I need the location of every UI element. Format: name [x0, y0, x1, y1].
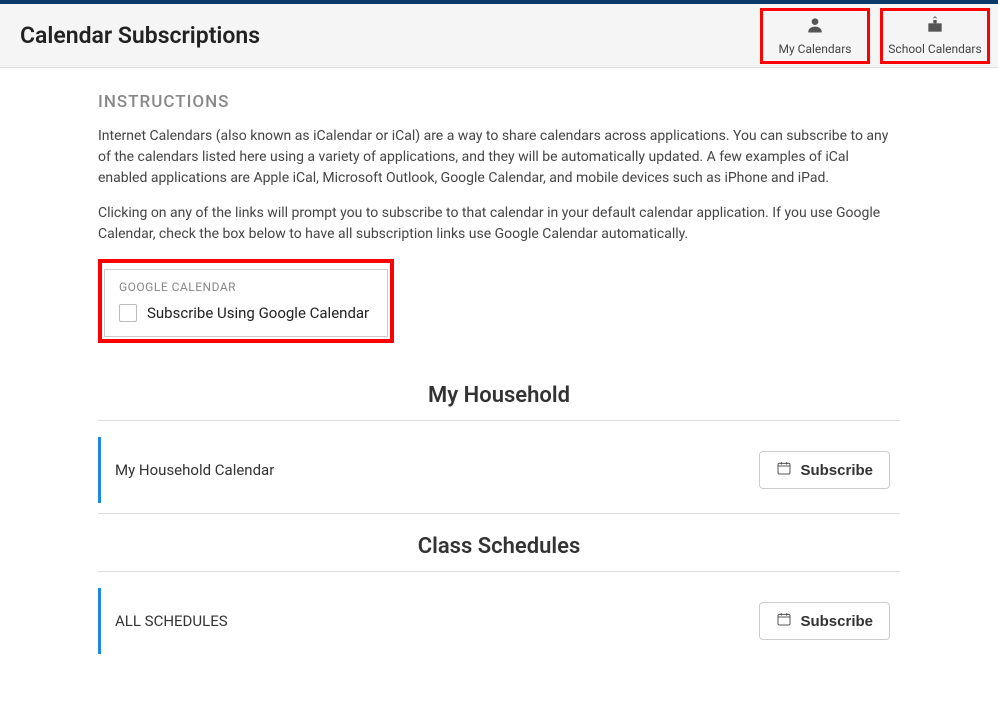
calendar-name: ALL SCHEDULES	[115, 612, 228, 630]
person-icon	[805, 15, 825, 38]
page-header: Calendar Subscriptions My Calendars Scho…	[0, 4, 998, 68]
google-calendar-box: GOOGLE CALENDAR Subscribe Using Google C…	[104, 269, 388, 337]
google-subscribe-checkbox-label: Subscribe Using Google Calendar	[147, 304, 369, 322]
instructions-heading: INSTRUCTIONS	[98, 92, 900, 112]
section-title-household: My Household	[98, 383, 900, 408]
page-title: Calendar Subscriptions	[20, 22, 260, 49]
calendar-icon	[776, 460, 792, 480]
subscribe-button[interactable]: Subscribe	[759, 602, 890, 640]
calendar-icon	[776, 611, 792, 631]
divider	[98, 571, 900, 572]
calendar-row-all-schedules: ALL SCHEDULES Subscribe	[98, 588, 900, 654]
google-subscribe-checkbox[interactable]	[119, 304, 137, 322]
divider	[98, 420, 900, 421]
divider	[98, 513, 900, 514]
google-subscribe-row: Subscribe Using Google Calendar	[119, 304, 369, 322]
nav-school-calendars-label: School Calendars	[888, 42, 981, 56]
nav-my-calendars[interactable]: My Calendars	[760, 8, 870, 64]
subscribe-button[interactable]: Subscribe	[759, 451, 890, 489]
calendar-name: My Household Calendar	[115, 461, 274, 479]
instructions-paragraph-2: Clicking on any of the links will prompt…	[98, 203, 900, 245]
google-calendar-highlight: GOOGLE CALENDAR Subscribe Using Google C…	[98, 259, 394, 343]
main-content: INSTRUCTIONS Internet Calendars (also kn…	[0, 68, 998, 704]
school-icon	[925, 15, 945, 38]
subscribe-button-label: Subscribe	[800, 462, 873, 479]
section-title-class-schedules: Class Schedules	[98, 534, 900, 559]
calendar-row-household: My Household Calendar Subscribe	[98, 437, 900, 503]
header-nav: My Calendars School Calendars	[760, 8, 998, 64]
subscribe-button-label: Subscribe	[800, 613, 873, 630]
google-calendar-label: GOOGLE CALENDAR	[119, 280, 369, 294]
nav-my-calendars-label: My Calendars	[779, 42, 852, 56]
nav-school-calendars[interactable]: School Calendars	[880, 8, 990, 64]
instructions-paragraph-1: Internet Calendars (also known as iCalen…	[98, 126, 900, 189]
